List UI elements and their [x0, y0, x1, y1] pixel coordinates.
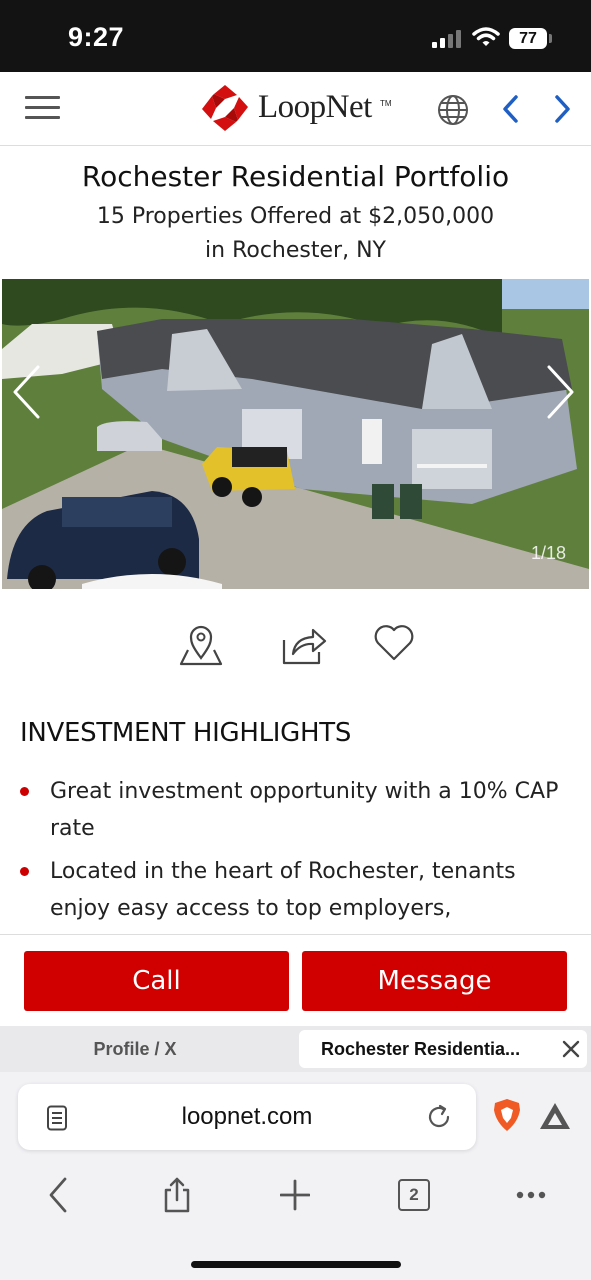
photo-next-chevron-icon[interactable]: [545, 364, 575, 420]
highlights-heading: INVESTMENT HIGHLIGHTS: [20, 718, 352, 748]
browser-tab-profile[interactable]: Profile / X: [0, 1026, 270, 1072]
brave-rewards-icon[interactable]: [538, 1101, 572, 1131]
brave-shield-icon[interactable]: [492, 1098, 522, 1132]
contact-bar: Call Message: [0, 934, 591, 1026]
menu-icon[interactable]: [25, 96, 60, 120]
status-bar: 9:27 77: [0, 0, 591, 72]
new-tab-icon[interactable]: [280, 1176, 310, 1214]
wifi-icon: [472, 27, 500, 46]
chevron-right-icon[interactable]: [551, 94, 573, 124]
battery-icon: [549, 34, 552, 43]
heart-icon[interactable]: [373, 622, 415, 662]
photo-counter: 1/18: [531, 543, 567, 563]
back-icon[interactable]: [46, 1176, 70, 1214]
highlight-item: Great investment opportunity with a 10% …: [20, 773, 570, 847]
status-time: 9:27: [68, 22, 125, 52]
loopnet-logo-icon[interactable]: [202, 85, 248, 131]
property-photo-image: [2, 279, 589, 589]
share-icon[interactable]: [281, 622, 327, 666]
listing-price-line: 15 Properties Offered at $2,050,000: [96, 204, 495, 229]
browser-tab-active-label: Rochester Residentia...: [321, 1039, 521, 1059]
listing-title: Rochester Residential Portfolio: [81, 160, 510, 193]
chevron-left-icon[interactable]: [500, 94, 522, 124]
highlights-list: Great investment opportunity with a 10% …: [20, 773, 570, 933]
battery-level: 77: [509, 28, 547, 49]
url-text: loopnet.com: [181, 1103, 313, 1130]
call-button[interactable]: Call: [24, 951, 289, 1011]
more-menu-icon[interactable]: [516, 1176, 546, 1214]
browser-tab-active[interactable]: Rochester Residentia...: [299, 1030, 587, 1068]
listing-subtitle: 15 Properties Offered at $2,050,000 in R…: [80, 200, 511, 268]
address-bar[interactable]: loopnet.com: [18, 1084, 476, 1150]
highlight-item: Located in the heart of Rochester, tenan…: [20, 853, 570, 927]
home-indicator: [191, 1261, 401, 1268]
listing-location-line: in Rochester, NY: [205, 238, 386, 263]
map-pin-icon[interactable]: [178, 622, 224, 666]
cellular-signal-icon: [432, 30, 462, 48]
brand-trademark: TM: [380, 99, 392, 108]
reload-icon[interactable]: [426, 1104, 452, 1130]
property-photo[interactable]: [2, 279, 589, 589]
tab-count[interactable]: 2: [398, 1179, 430, 1211]
brand-name[interactable]: LoopNet: [258, 89, 372, 126]
photo-prev-chevron-icon[interactable]: [12, 364, 42, 420]
browser-tab-bar: Profile / X Rochester Residentia...: [0, 1026, 591, 1072]
site-header: LoopNet TM: [0, 72, 591, 146]
share-sheet-icon[interactable]: [162, 1176, 192, 1214]
globe-icon[interactable]: [437, 94, 469, 126]
close-tab-icon[interactable]: [561, 1039, 581, 1059]
message-button[interactable]: Message: [302, 951, 567, 1011]
